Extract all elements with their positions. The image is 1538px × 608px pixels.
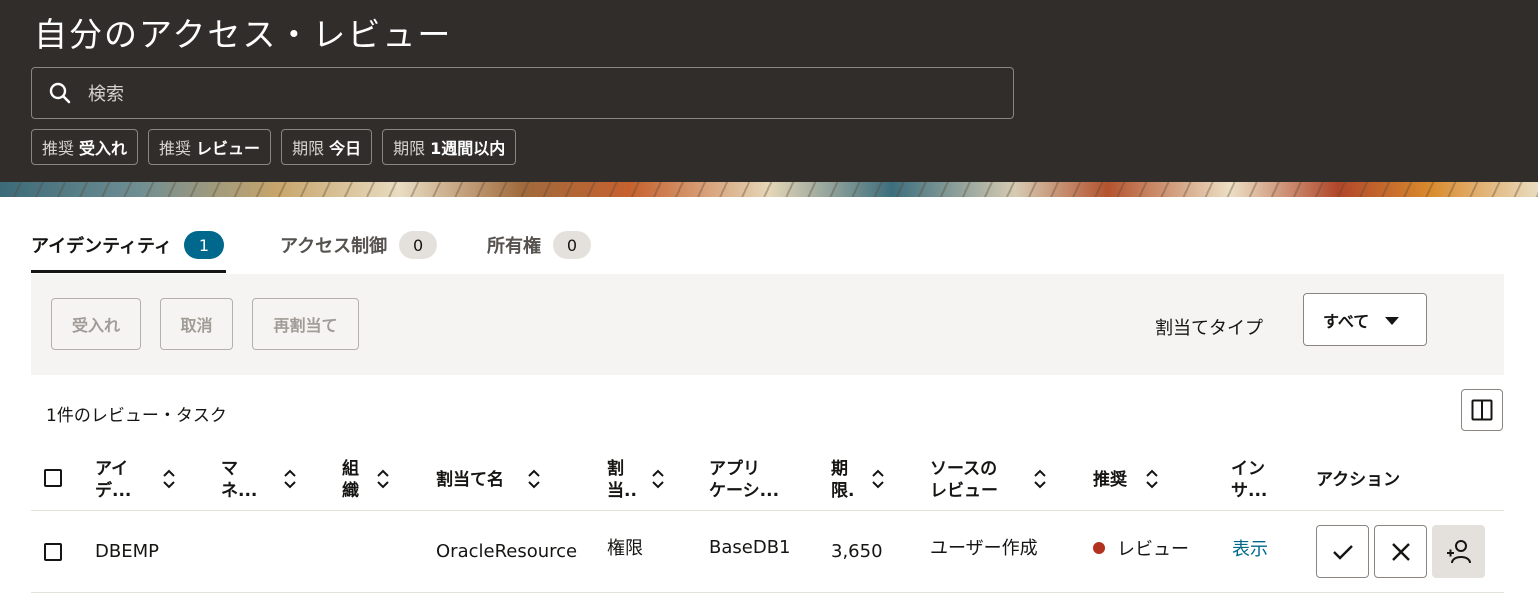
column-header-source-review[interactable]: ソースの レビュー bbox=[930, 450, 1060, 510]
filter-chips: 推奨 受入れ 推奨 レビュー 期限 今日 期限 1週間以内 bbox=[31, 129, 517, 165]
approve-button[interactable] bbox=[1316, 525, 1369, 578]
sort-icon bbox=[284, 469, 296, 489]
column-header-due[interactable]: 期限. bbox=[831, 450, 911, 510]
row-checkbox[interactable] bbox=[44, 543, 62, 561]
sort-icon bbox=[872, 469, 884, 489]
column-header-label: アクション bbox=[1316, 470, 1401, 490]
column-header-manager[interactable]: マネ... bbox=[221, 450, 311, 510]
column-header-label: 限. bbox=[831, 481, 855, 501]
cancel-button[interactable]: 取消 bbox=[160, 298, 233, 350]
column-header-label: レビュー bbox=[930, 481, 998, 501]
column-header-assignment-type[interactable]: 割当.. bbox=[607, 450, 687, 510]
chevron-down-icon bbox=[1385, 317, 1399, 325]
page-title: 自分のアクセス・レビュー bbox=[34, 15, 453, 54]
chip-recommend-accept[interactable]: 推奨 受入れ bbox=[31, 129, 139, 165]
column-header-label: 割 bbox=[607, 459, 624, 479]
column-header-recommendation[interactable]: 推奨 bbox=[1093, 450, 1203, 510]
assignment-type-label: 割当てタイプ bbox=[1155, 318, 1263, 339]
action-toolbar: 受入れ 取消 再割当て 割当てタイプ すべて bbox=[31, 274, 1504, 375]
status-dot bbox=[1093, 542, 1105, 554]
column-header-label: 割当て名 bbox=[436, 470, 504, 490]
select-all-checkbox[interactable] bbox=[44, 469, 62, 487]
column-header-organization[interactable]: 組織 bbox=[342, 450, 412, 510]
chip-due-week[interactable]: 期限 1週間以内 bbox=[382, 129, 517, 165]
tab-count-badge: 0 bbox=[553, 231, 591, 259]
tab-label: アクセス制御 bbox=[280, 236, 388, 257]
cell-assignment-name: OracleResource bbox=[436, 540, 578, 562]
chip-due-today[interactable]: 期限 今日 bbox=[281, 129, 373, 165]
accept-button[interactable]: 受入れ bbox=[51, 298, 141, 350]
column-header-label: イン bbox=[1231, 459, 1265, 479]
sort-icon bbox=[528, 469, 540, 489]
cell-insight: 表示 bbox=[1232, 507, 1268, 589]
sort-icon bbox=[652, 469, 664, 489]
column-header-actions: アクション bbox=[1316, 450, 1456, 510]
result-count: 1件のレビュー・タスク bbox=[46, 406, 227, 426]
column-header-label: ソースの bbox=[930, 459, 998, 479]
reassign-user-icon bbox=[1446, 539, 1471, 563]
sort-icon bbox=[1146, 469, 1158, 489]
column-layout-button[interactable] bbox=[1461, 389, 1503, 431]
tab-count-badge: 0 bbox=[399, 231, 438, 259]
tab-count-badge: 1 bbox=[183, 231, 224, 259]
sort-icon bbox=[1034, 469, 1046, 489]
decorative-pattern-banner bbox=[0, 182, 1538, 197]
tab-label: アイデンティティ bbox=[31, 236, 172, 257]
chip-prefix: 期限 bbox=[393, 139, 426, 158]
cell-assignment-type: 権限 bbox=[607, 538, 643, 559]
column-header-label: ケーシ... bbox=[709, 481, 780, 501]
column-header-label: マ bbox=[221, 459, 238, 479]
cell-due: 3,650 bbox=[831, 540, 883, 562]
column-header-assignment-name[interactable]: 割当て名 bbox=[436, 450, 566, 510]
sort-icon bbox=[163, 469, 175, 489]
chip-prefix: 期限 bbox=[292, 139, 325, 158]
cell-recommendation: レビュー bbox=[1093, 507, 1189, 589]
chip-prefix: 推奨 bbox=[159, 139, 192, 158]
column-header-label: 織 bbox=[342, 481, 359, 501]
column-header-label: サ... bbox=[1231, 481, 1268, 501]
insight-view-link[interactable]: 表示 bbox=[1232, 535, 1268, 561]
column-header-label: 当.. bbox=[607, 481, 637, 501]
assignment-type-select[interactable]: すべて bbox=[1303, 293, 1427, 346]
tab-identity[interactable]: アイデンティティ 1 bbox=[31, 220, 226, 273]
cell-application: BaseDB1 bbox=[709, 536, 791, 558]
close-icon bbox=[1391, 542, 1410, 561]
column-header-label: 推奨 bbox=[1093, 470, 1127, 490]
chip-value: レビュー bbox=[196, 139, 261, 158]
assignment-type-value: すべて bbox=[1323, 311, 1370, 331]
search-input[interactable] bbox=[86, 68, 990, 120]
revoke-button[interactable] bbox=[1374, 525, 1427, 578]
recommendation-label: レビュー bbox=[1117, 539, 1189, 560]
column-header-label: ネ... bbox=[221, 481, 258, 501]
reassign-user-button[interactable] bbox=[1432, 525, 1485, 578]
sort-icon bbox=[377, 469, 389, 489]
cell-source-review: ユーザー作成 bbox=[930, 538, 1038, 559]
table-row[interactable]: DBEMP OracleResource 権限 BaseDB1 3,650 ユー… bbox=[31, 510, 1504, 593]
column-header-label: アイ bbox=[95, 459, 129, 479]
tab-bar: アイデンティティ 1 アクセス制御 0 所有権 0 bbox=[31, 220, 1504, 275]
chip-value: 受入れ bbox=[79, 139, 128, 158]
column-header-label: アプリ bbox=[709, 459, 760, 479]
chip-value: 1週間以内 bbox=[430, 139, 506, 158]
chip-recommend-review[interactable]: 推奨 レビュー bbox=[148, 129, 272, 165]
column-header-label: 期 bbox=[831, 459, 848, 479]
cell-identity: DBEMP bbox=[95, 540, 159, 562]
column-header-identity[interactable]: アイ デ... bbox=[95, 450, 185, 510]
search-icon bbox=[49, 82, 71, 104]
column-header-insight[interactable]: イン サ... bbox=[1231, 450, 1291, 510]
column-header-label: デ... bbox=[95, 481, 132, 501]
column-header-application[interactable]: アプリ ケーシ... bbox=[709, 450, 809, 510]
column-header-label: 組 bbox=[342, 459, 359, 479]
tab-ownership[interactable]: 所有権 0 bbox=[487, 220, 591, 273]
table-header: アイ デ... マネ... 組織 割当て名 割当.. アプリ ケーシ... 期限. … bbox=[31, 450, 1504, 511]
reassign-button[interactable]: 再割当て bbox=[252, 298, 359, 350]
chip-prefix: 推奨 bbox=[42, 139, 75, 158]
tab-access-control[interactable]: アクセス制御 0 bbox=[280, 220, 438, 273]
page-header: 自分のアクセス・レビュー 推奨 受入れ 推奨 レビュー 期限 今日 期限 1週間… bbox=[0, 0, 1538, 182]
columns-icon bbox=[1471, 399, 1493, 421]
check-icon bbox=[1332, 544, 1353, 560]
tab-label: 所有権 bbox=[487, 236, 541, 257]
chip-value: 今日 bbox=[329, 139, 362, 158]
search-box[interactable] bbox=[31, 67, 1014, 120]
